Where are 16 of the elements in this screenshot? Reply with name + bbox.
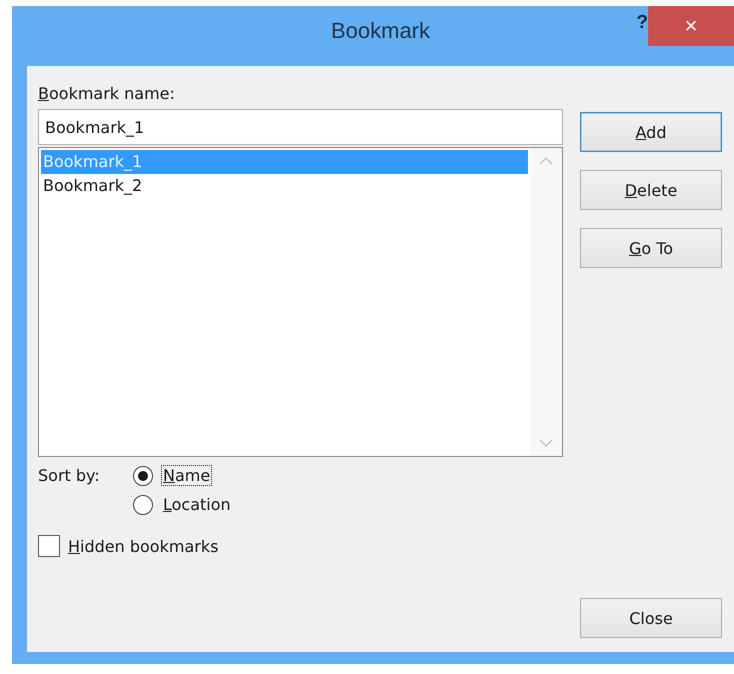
delete-button[interactable]: Delete [580,170,722,210]
window-title: Bookmark [330,18,430,44]
radio-button[interactable] [133,466,153,486]
radio-label[interactable]: Name [161,465,212,486]
close-button[interactable]: × [648,6,734,46]
checkbox[interactable] [38,535,60,557]
checkbox-label[interactable]: Hidden bookmarks [68,536,218,556]
go-to-button[interactable]: Go To [580,228,722,268]
bookmark-name-field[interactable]: Bookmark_1 [38,109,563,145]
field-label: Bookmark name: [38,84,176,103]
radio-label[interactable]: Location [161,494,233,515]
close-dialog-button[interactable]: Close [580,598,722,638]
sort-label: Sort by: [38,466,101,485]
radio-button[interactable] [133,494,153,514]
list-item[interactable]: Bookmark_2 [41,174,528,198]
add-button[interactable]: Add [580,112,722,152]
